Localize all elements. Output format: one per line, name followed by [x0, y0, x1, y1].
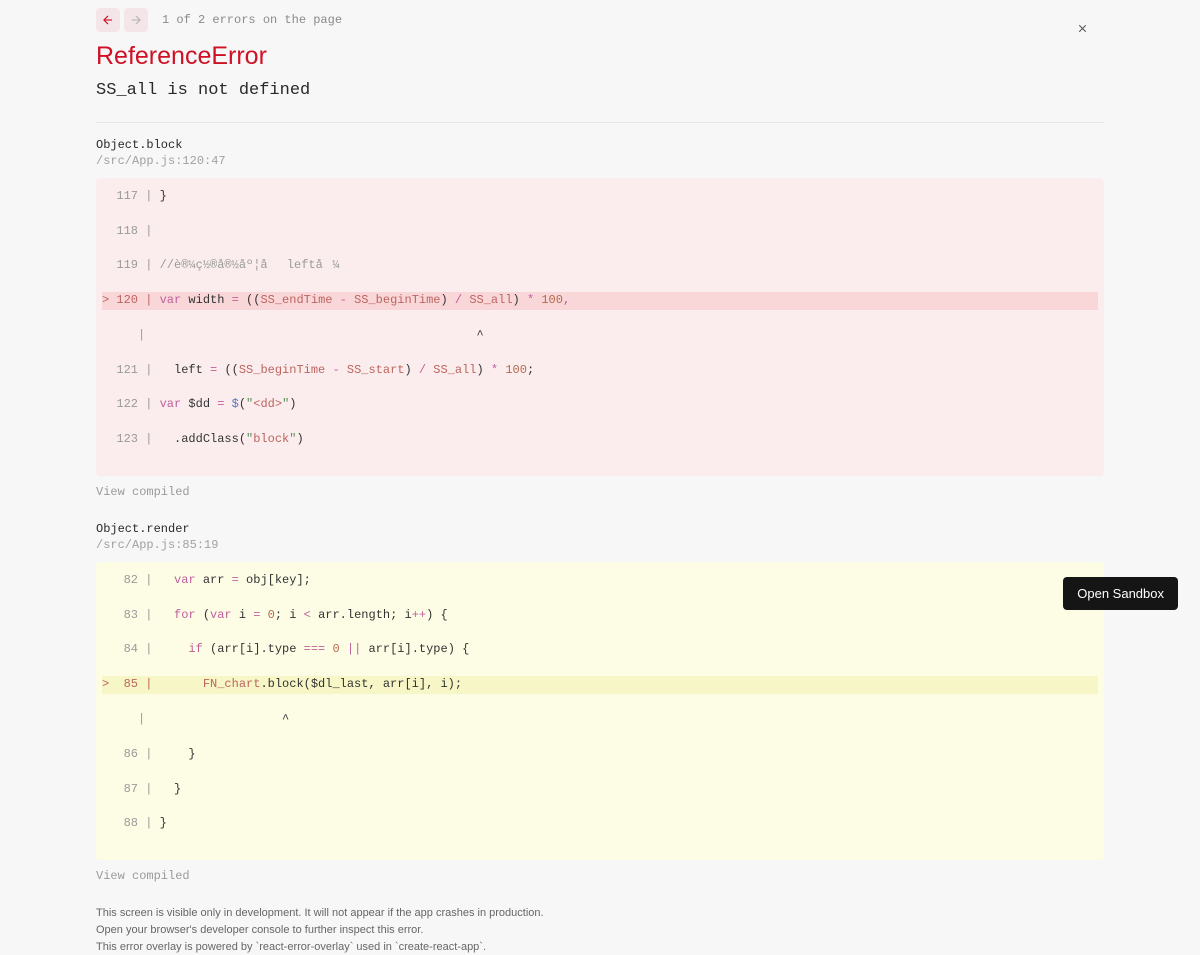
- code-line: > 85 | FN_chart.block($dl_last, arr[i], …: [102, 676, 1098, 693]
- close-icon: [1076, 22, 1089, 35]
- code-line: 122 | var $dd = $("<dd>"): [102, 396, 1098, 413]
- open-sandbox-button[interactable]: Open Sandbox: [1063, 577, 1178, 610]
- footer-line: This screen is visible only in developme…: [96, 905, 1104, 922]
- code-line: | ^: [102, 711, 1098, 728]
- code-snippet-secondary: 82 | var arr = obj[key]; 83 | for (var i…: [96, 562, 1104, 860]
- view-compiled-link[interactable]: View compiled: [96, 485, 190, 499]
- code-line: 118 |: [102, 223, 1098, 240]
- code-line: 123 | .addClass("block"): [102, 431, 1098, 448]
- stack-frame-func: Object.block: [96, 137, 1104, 154]
- error-message: SS_all is not defined: [96, 81, 1104, 100]
- close-button[interactable]: [1072, 18, 1092, 38]
- code-line: 88 | }: [102, 815, 1098, 832]
- code-snippet-primary: 117 | } 118 | 119 | //è®¼ç½®å®½åº¦ålef…: [96, 178, 1104, 476]
- code-line: > 120 | var width = ((SS_endTime - SS_be…: [102, 292, 1098, 309]
- error-overlay: 1 of 2 errors on the page ReferenceError…: [96, 0, 1104, 955]
- next-error-button[interactable]: [124, 8, 148, 32]
- code-line: 121 | left = ((SS_beginTime - SS_start) …: [102, 362, 1098, 379]
- divider: [96, 122, 1104, 123]
- code-line: 117 | }: [102, 188, 1098, 205]
- stack-frame-location: /src/App.js:85:19: [96, 538, 1104, 552]
- code-line: 86 | }: [102, 746, 1098, 763]
- prev-error-button[interactable]: [96, 8, 120, 32]
- footer-notes: This screen is visible only in developme…: [96, 905, 1104, 955]
- error-count-text: 1 of 2 errors on the page: [162, 13, 342, 27]
- code-line: | ^: [102, 327, 1098, 344]
- code-line: 82 | var arr = obj[key];: [102, 572, 1098, 589]
- view-compiled-link[interactable]: View compiled: [96, 869, 190, 883]
- arrow-right-icon: [129, 13, 143, 27]
- code-line: 87 | }: [102, 781, 1098, 798]
- stack-frame-location: /src/App.js:120:47: [96, 154, 1104, 168]
- footer-line: This error overlay is powered by `react-…: [96, 939, 1104, 955]
- stack-frame-func: Object.render: [96, 521, 1104, 538]
- code-line: 83 | for (var i = 0; i < arr.length; i++…: [102, 607, 1098, 624]
- code-line: 84 | if (arr[i].type === 0 || arr[i].typ…: [102, 641, 1098, 658]
- arrow-left-icon: [101, 13, 115, 27]
- code-line: 119 | //è®¼ç½®å®½åº¦åleftå¼: [102, 257, 1098, 274]
- footer-line: Open your browser's developer console to…: [96, 922, 1104, 939]
- error-nav-bar: 1 of 2 errors on the page: [96, 8, 1104, 32]
- error-type: ReferenceError: [96, 42, 1104, 71]
